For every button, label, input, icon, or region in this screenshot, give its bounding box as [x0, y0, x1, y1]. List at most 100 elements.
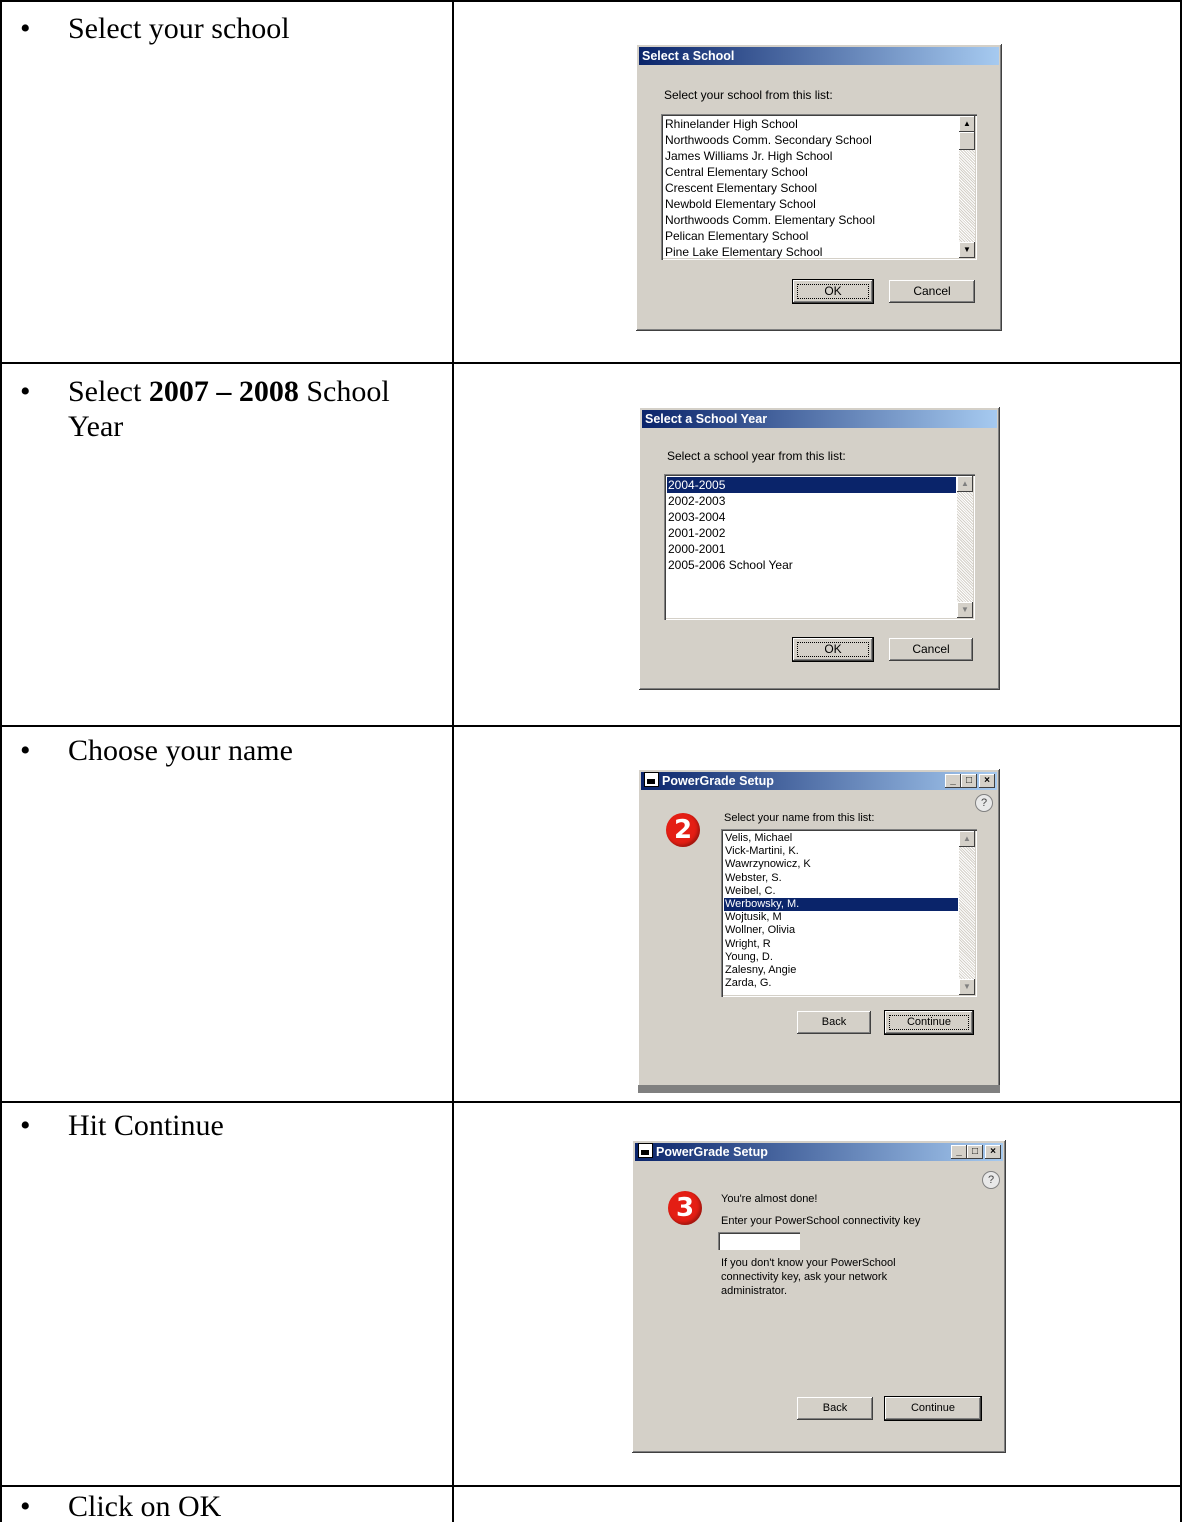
list-item[interactable]: 2001-2002 [667, 525, 956, 541]
dialog-titlebar: PowerGrade Setup _ □ × [641, 772, 997, 790]
enter-key-label: Enter your PowerSchool connectivity key [721, 1215, 921, 1227]
bullet: • [20, 375, 31, 408]
maximize-icon[interactable]: □ [967, 1145, 983, 1159]
list-item[interactable]: Pelican Elementary School [664, 228, 958, 244]
step-text: Select 2007 – 2008 School Year [68, 374, 428, 444]
continue-button[interactable]: Continue [885, 1011, 973, 1034]
dialog-prompt: Select your school from this list: [664, 88, 833, 102]
table-column-divider [452, 0, 454, 1522]
list-item-selected[interactable]: Werbowsky, M. [724, 897, 958, 912]
vertical-scrollbar[interactable]: ▲ ▼ [959, 116, 975, 258]
list-item[interactable]: Newbold Elementary School [664, 196, 958, 212]
step-number-badge: 2 [666, 813, 700, 847]
scroll-up-icon[interactable]: ▲ [959, 831, 975, 847]
step-year-bold: 2007 – 2008 [148, 375, 299, 408]
list-item[interactable]: Crescent Elementary School [664, 180, 958, 196]
connectivity-key-input[interactable] [718, 1232, 800, 1250]
table-border-left [0, 0, 2, 1522]
list-item[interactable]: Weibel, C. [724, 885, 958, 898]
bullet: • [20, 734, 31, 767]
back-button[interactable]: Back [797, 1397, 873, 1420]
list-item[interactable]: Central Elementary School [664, 164, 958, 180]
table-row-divider [0, 1485, 1182, 1487]
scroll-down-icon[interactable]: ▼ [957, 602, 973, 618]
dialog-prompt: Select a school year from this list: [667, 449, 846, 463]
ok-button[interactable]: OK [793, 280, 873, 303]
ok-button[interactable]: OK [793, 638, 873, 661]
scroll-up-icon[interactable]: ▲ [959, 116, 975, 132]
list-item[interactable]: Wawrzynowicz, K [724, 858, 958, 871]
dialog-title: PowerGrade Setup [662, 774, 774, 788]
list-item[interactable]: Vick-Martini, K. [724, 845, 958, 858]
dialog-prompt: Select your name from this list: [724, 812, 875, 824]
list-item[interactable]: Northwoods Comm. Elementary School [664, 212, 958, 228]
year-listbox[interactable]: 2004-2005 2002-2003 2003-2004 2001-2002 … [664, 474, 975, 620]
list-item[interactable]: 2003-2004 [667, 509, 956, 525]
select-school-dialog: Select a School Select your school from … [636, 44, 1002, 331]
maximize-icon[interactable]: □ [961, 774, 977, 788]
school-listbox[interactable]: Rhinelander High School Northwoods Comm.… [661, 114, 977, 260]
list-item[interactable]: Wright, R [724, 938, 958, 951]
close-icon[interactable]: × [979, 774, 995, 788]
table-row-divider [0, 725, 1182, 727]
cancel-button[interactable]: Cancel [889, 280, 975, 303]
list-item[interactable]: Pine Lake Elementary School [664, 244, 958, 260]
cancel-button[interactable]: Cancel [889, 638, 973, 661]
window-controls: _ □ × [951, 1145, 1001, 1159]
step-number-badge: 3 [668, 1191, 702, 1225]
info-line: If you don't know your PowerSchool [721, 1257, 896, 1269]
scroll-down-icon[interactable]: ▼ [959, 242, 975, 258]
almost-done-text: You're almost done! [721, 1193, 818, 1205]
app-icon [638, 1143, 653, 1158]
dialog-title: Select a School Year [642, 410, 997, 428]
list-item[interactable]: Northwoods Comm. Secondary School [664, 132, 958, 148]
help-icon[interactable]: ? [975, 794, 993, 812]
info-line: administrator. [721, 1285, 788, 1297]
step-text: Click on OK [68, 1490, 222, 1523]
bullet: • [20, 1490, 31, 1523]
list-item[interactable]: 2005-2006 School Year [667, 557, 956, 573]
scroll-thumb[interactable] [959, 132, 975, 150]
dialog-titlebar: PowerGrade Setup _ □ × [635, 1143, 1003, 1161]
list-item[interactable]: Rhinelander High School [664, 116, 958, 132]
step-text: Choose your name [68, 734, 293, 767]
scroll-up-icon[interactable]: ▲ [957, 476, 973, 492]
dialog-title: PowerGrade Setup [656, 1145, 768, 1159]
continue-label: Continue [885, 1011, 973, 1034]
list-item[interactable]: Velis, Michael [724, 832, 958, 845]
select-year-dialog: Select a School Year Select a school yea… [639, 407, 1000, 690]
bullet: • [20, 1109, 31, 1142]
bullet: • [20, 12, 31, 45]
list-item[interactable]: Wojtusik, M [724, 911, 958, 924]
vertical-scrollbar[interactable]: ▲ ▼ [959, 831, 975, 995]
list-item[interactable]: 2000-2001 [667, 541, 956, 557]
name-listbox[interactable]: Velis, Michael Vick-Martini, K. Wawrzyno… [721, 829, 977, 997]
list-item[interactable]: Zalesny, Angie [724, 964, 958, 977]
help-icon[interactable]: ? [982, 1171, 1000, 1189]
list-item[interactable]: Young, D. [724, 951, 958, 964]
dialog-bottom-edge [638, 1085, 1000, 1093]
minimize-icon[interactable]: _ [945, 774, 961, 788]
minimize-icon[interactable]: _ [951, 1145, 967, 1159]
table-row-divider [0, 362, 1182, 364]
step-text: Select your school [68, 12, 290, 45]
ok-label: OK [793, 280, 873, 303]
table-row-divider [0, 1101, 1182, 1103]
continue-button[interactable]: Continue [885, 1397, 981, 1420]
list-item[interactable]: Webster, S. [724, 872, 958, 885]
ok-label: OK [793, 638, 873, 661]
close-icon[interactable]: × [985, 1145, 1001, 1159]
dialog-title: Select a School [639, 47, 999, 65]
choose-name-dialog: PowerGrade Setup _ □ × ? 2 Select your n… [638, 769, 1000, 1093]
list-item[interactable]: Zarda, G. [724, 977, 958, 990]
list-item[interactable]: James Williams Jr. High School [664, 148, 958, 164]
list-item[interactable]: Wollner, Olivia [724, 924, 958, 937]
scroll-down-icon[interactable]: ▼ [959, 979, 975, 995]
list-item-selected[interactable]: 2004-2005 [667, 477, 956, 493]
step-text-pre: Select [68, 375, 149, 408]
list-item[interactable]: 2002-2003 [667, 493, 956, 509]
vertical-scrollbar[interactable]: ▲ ▼ [957, 476, 973, 618]
info-text: If you don't know your PowerSchool conne… [721, 1256, 896, 1298]
app-icon [644, 772, 659, 787]
back-button[interactable]: Back [797, 1011, 871, 1034]
